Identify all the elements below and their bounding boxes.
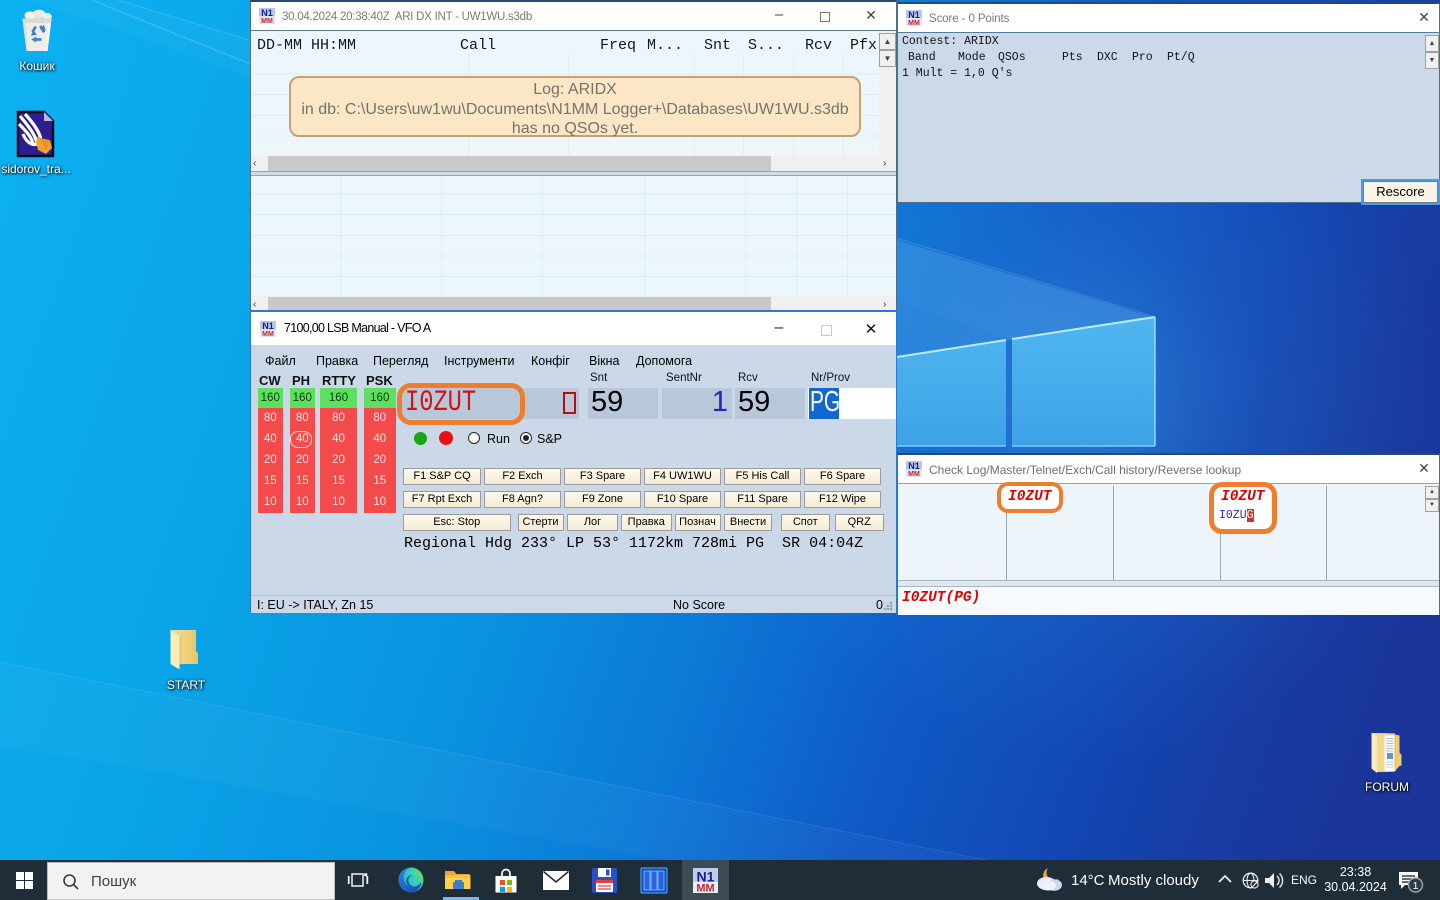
svg-text:MM: MM (908, 471, 920, 477)
svg-text:MM: MM (261, 18, 273, 24)
svg-text:1: 1 (1413, 880, 1419, 892)
svg-text:N1: N1 (908, 461, 920, 471)
svg-text:MM: MM (696, 882, 714, 893)
svg-text:N1: N1 (261, 8, 273, 18)
svg-text:MM: MM (262, 331, 274, 337)
svg-text:MM: MM (908, 20, 920, 26)
svg-text:N1: N1 (262, 321, 274, 331)
svg-text:N1: N1 (908, 10, 920, 20)
